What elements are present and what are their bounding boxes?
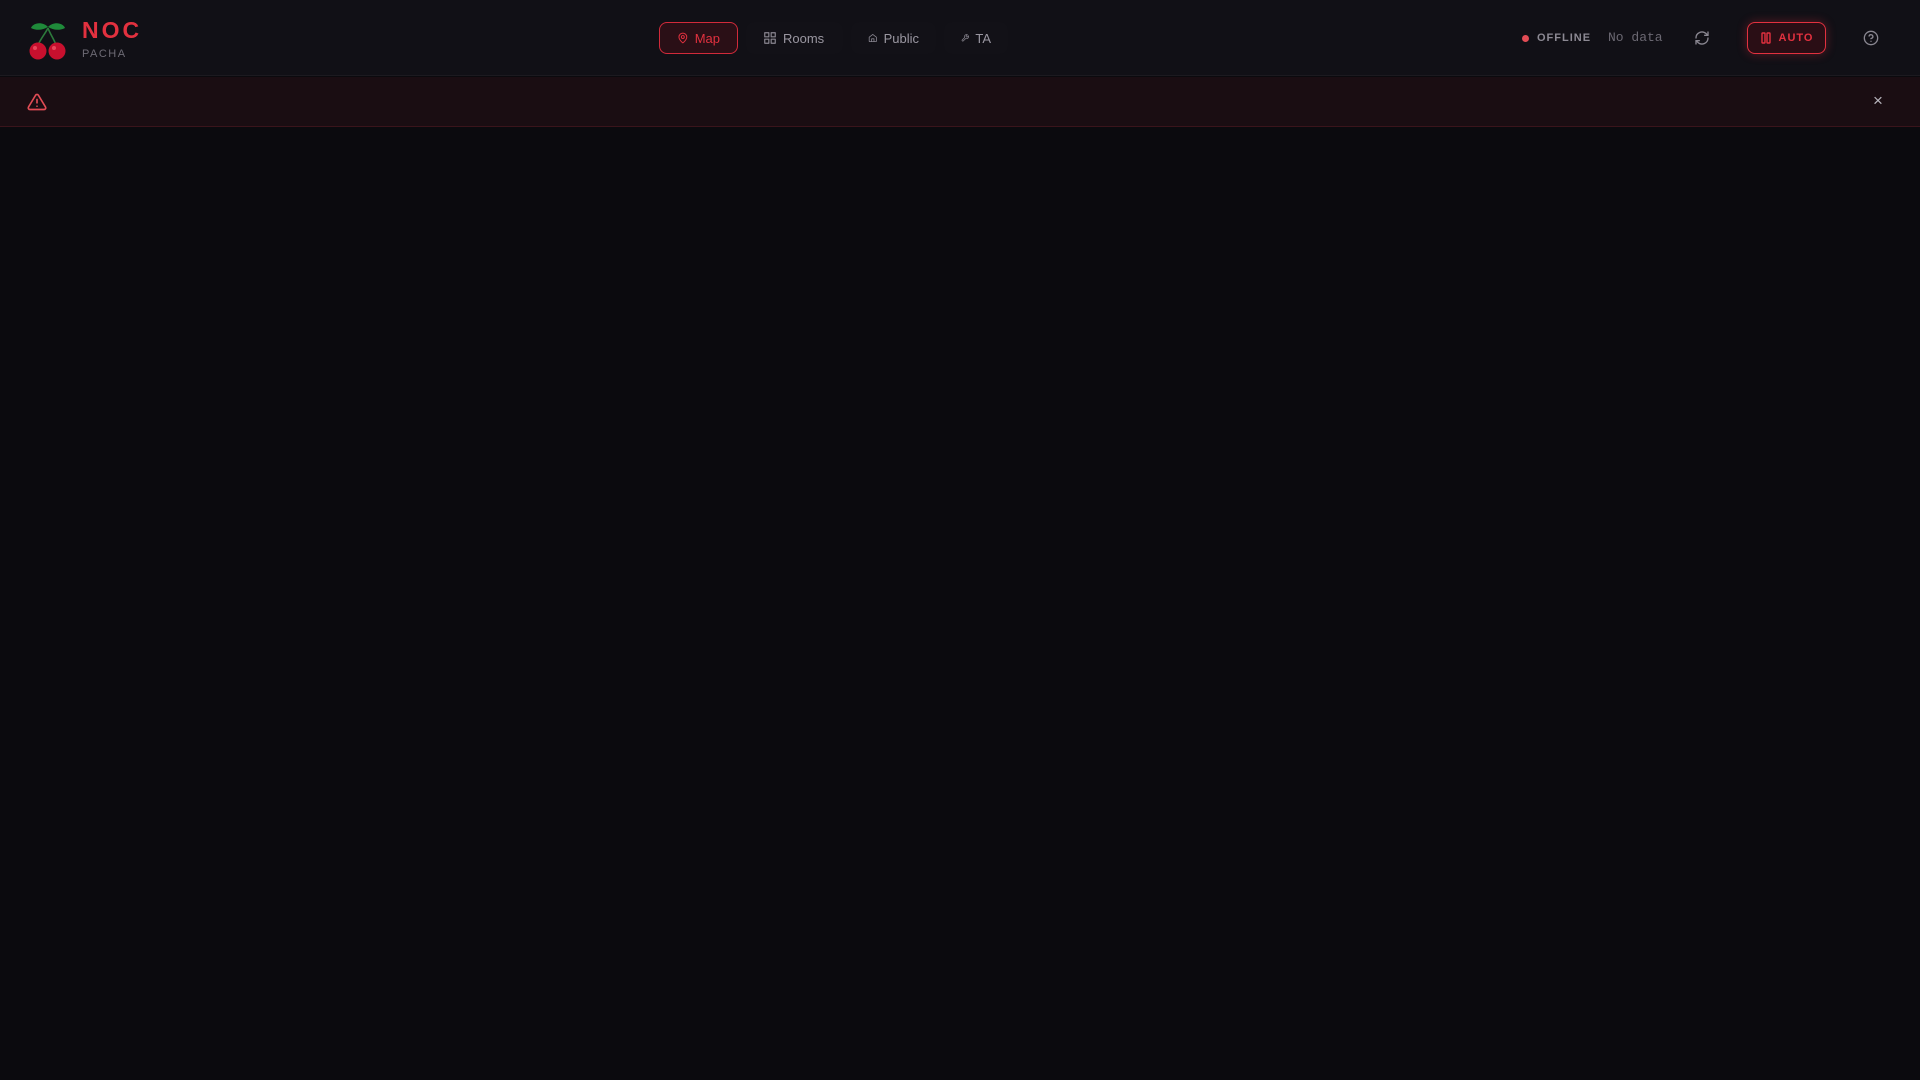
map-canvas[interactable] — [0, 128, 1920, 1080]
help-circle-icon — [1863, 30, 1879, 46]
auto-refresh-toggle[interactable]: AUTO — [1747, 22, 1826, 54]
refresh-button[interactable] — [1686, 22, 1718, 54]
status-dot — [1522, 34, 1529, 42]
connection-status: OFFLINE — [1522, 31, 1591, 45]
wrench-icon — [961, 34, 969, 42]
nav-ta-label: TA — [975, 30, 991, 46]
map-pin-icon — [678, 32, 688, 44]
pause-icon — [1760, 32, 1771, 44]
brand-text: NOC PACHA — [82, 18, 142, 61]
nav-public-button[interactable]: Public — [851, 22, 936, 54]
status-detail: No data — [1608, 30, 1663, 45]
alert-close-button[interactable]: × — [1868, 91, 1888, 111]
alert-banner: × — [0, 77, 1920, 127]
help-button[interactable] — [1855, 22, 1887, 54]
nav-map-label: Map — [694, 30, 720, 46]
top-header: NOC PACHA Map Rooms Public TA OFFLINE No… — [0, 0, 1920, 76]
brand[interactable]: NOC PACHA — [29, 18, 142, 61]
brand-subtitle: PACHA — [82, 48, 127, 60]
nav-public-label: Public — [883, 30, 919, 46]
cherry-icon — [29, 22, 66, 59]
auto-label: AUTO — [1778, 32, 1814, 44]
status-label: OFFLINE — [1537, 32, 1592, 44]
brand-title: NOC — [82, 17, 143, 43]
refresh-icon — [1695, 31, 1709, 45]
grid-icon — [764, 32, 776, 44]
nav-ta-button[interactable]: TA — [944, 22, 1008, 54]
nav-rooms-button[interactable]: Rooms — [746, 22, 843, 54]
home-icon — [868, 34, 877, 42]
nav-map-button[interactable]: Map — [659, 22, 738, 54]
main-nav: Map Rooms Public TA — [659, 22, 1016, 54]
warning-triangle-icon — [27, 93, 47, 111]
nav-rooms-label: Rooms — [783, 30, 825, 46]
